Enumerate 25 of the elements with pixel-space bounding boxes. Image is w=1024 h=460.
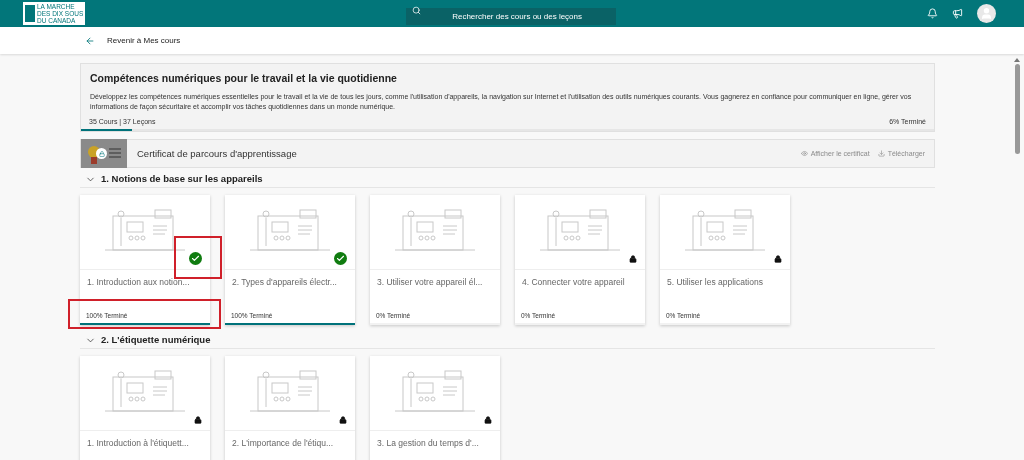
course-title: 3. La gestion du temps d'... (376, 437, 480, 450)
search-field[interactable]: Rechercher des cours ou des leçons (406, 7, 617, 25)
course-title: 3. Utiliser votre appareil él... (376, 276, 484, 289)
path-title: Compétences numériques pour le travail et la vie quotidienne (89, 71, 398, 86)
back-link[interactable]: Revenir à Mes cours (85, 34, 181, 47)
section-header[interactable]: 2. L'étiquette numérique (80, 332, 935, 350)
eye-icon (800, 150, 808, 158)
course-title: 1. Introduction à l'étiquett... (86, 437, 190, 450)
megaphone-icon[interactable] (952, 8, 963, 19)
certificate-title: Certificat de parcours d'apprentissage (137, 146, 298, 161)
course-title: 1. Introduction aux notion... (86, 276, 191, 289)
course-title: 4. Connecter votre appareil (521, 276, 626, 289)
course-card[interactable]: 2. L'importance de l'étiqu... (225, 356, 355, 460)
course-card[interactable]: 1. Introduction à l'étiquett... (80, 356, 210, 460)
course-card[interactable]: 3. La gestion du temps d'... (370, 356, 500, 460)
search-icon (412, 5, 422, 15)
certificate-icon (81, 139, 127, 169)
avatar-icon[interactable] (977, 4, 996, 23)
notifications-icon[interactable] (927, 8, 938, 19)
download-icon (877, 150, 885, 158)
course-title: 2. Types d'appareils électr... (231, 276, 338, 289)
course-title: 5. Utiliser les applications (666, 276, 764, 289)
section-header[interactable]: 1. Notions de base sur les appareils (80, 171, 935, 189)
back-arrow-icon (85, 35, 95, 46)
course-title: 2. L'importance de l'étiqu... (231, 437, 335, 450)
